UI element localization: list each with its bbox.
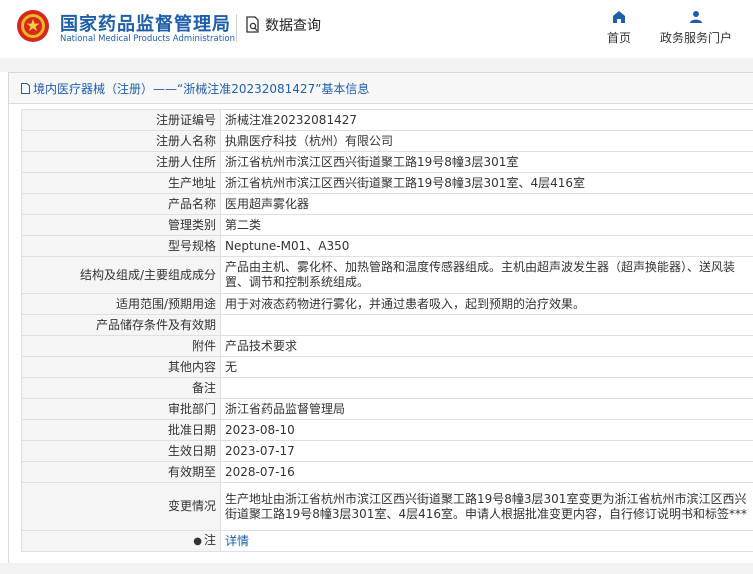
- table-row: 注册证编号 浙械注准20232081427: [21, 109, 753, 131]
- row-label: 变更情况: [21, 482, 221, 531]
- row-label: 其他内容: [21, 356, 221, 378]
- details-link[interactable]: 详情: [225, 534, 249, 548]
- row-label: 生效日期: [21, 440, 221, 462]
- row-value: 2023-07-17: [220, 440, 753, 462]
- table-row: 变更情况 生产地址由浙江省杭州市滨江区西兴街道聚工路19号8幢3层301室变更为浙…: [21, 482, 753, 531]
- note-row: ● 注详情: [21, 530, 753, 552]
- user-icon: [690, 11, 702, 23]
- table-row: 结构及组成/主要组成成分 产品由主机、雾化杯、加热管路和温度传感器组成。主机由超声…: [21, 256, 753, 294]
- section-gap: [0, 58, 753, 72]
- breadcrumb: 境内医疗器械（注册）——“浙械注准20232081427”基本信息: [9, 73, 753, 104]
- table-row: 产品名称 医用超声雾化器: [21, 193, 753, 215]
- row-label: 产品储存条件及有效期: [21, 314, 221, 336]
- document-icon: [21, 82, 30, 94]
- row-value: 2023-08-10: [220, 419, 753, 441]
- table-row: 备注: [21, 377, 753, 399]
- nav-home[interactable]: 首页: [607, 10, 631, 46]
- table-row: 其他内容无: [21, 356, 753, 378]
- registration-info-table: 注册证编号 浙械注准20232081427 注册人名称 执鼎医疗科技（杭州）有限公司注…: [21, 109, 753, 552]
- row-label: 产品名称: [21, 193, 221, 215]
- note-label-cell: ● 注: [21, 530, 221, 552]
- row-label: 管理类别: [21, 214, 221, 236]
- row-value: 医用超声雾化器: [220, 193, 753, 215]
- site-title: 国家药品监督管理局: [60, 14, 231, 35]
- table-row: 有效期至 2028-07-16: [21, 461, 753, 483]
- header-divider: [236, 14, 237, 42]
- row-label: 适用范围/预期用途: [21, 293, 221, 315]
- site-subtitle: National Medical Products Administration: [60, 34, 235, 44]
- row-value: 浙江省杭州市滨江区西兴街道聚工路19号8幢3层301室: [220, 151, 753, 173]
- row-label: 型号规格: [21, 235, 221, 257]
- nav-home-label: 首页: [607, 31, 632, 45]
- data-query-section[interactable]: 数据查询: [245, 15, 321, 35]
- table-row: 审批部门 浙江省药品监督管理局: [21, 398, 753, 420]
- row-value: 浙械注准20232081427: [220, 109, 753, 131]
- row-value: 第二类: [220, 214, 753, 236]
- breadcrumb-text: 境内医疗器械（注册）——“浙械注准20232081427”基本信息: [33, 81, 370, 96]
- row-value: 浙江省杭州市滨江区西兴街道聚工路19号8幢3层301室、4层416室: [220, 172, 753, 194]
- row-label: 审批部门: [21, 398, 221, 420]
- home-icon: [613, 11, 625, 23]
- table-row: 适用范围/预期用途 用于对液态药物进行雾化，并通过患者吸入，起到预期的治疗效果。: [21, 293, 753, 315]
- table-row: 批准日期 2023-08-10: [21, 419, 753, 441]
- row-value: 生产地址由浙江省杭州市滨江区西兴街道聚工路19号8幢3层301室变更为浙江省杭州…: [220, 482, 753, 531]
- row-label: 批准日期: [21, 419, 221, 441]
- bottom-gap: [0, 563, 753, 574]
- row-value: 产品由主机、雾化杯、加热管路和温度传感器组成。主机由超声波发生器（超声换能器）、…: [220, 256, 753, 294]
- detail-panel: 境内医疗器械（注册）——“浙械注准20232081427”基本信息 注册证编号浙…: [8, 72, 753, 564]
- row-label: 注册人住所: [21, 151, 221, 173]
- pin-icon: ●: [193, 536, 202, 547]
- national-emblem-icon: [17, 10, 49, 42]
- row-value: Neptune-M01、A350: [220, 235, 753, 257]
- row-label: 有效期至: [21, 461, 221, 483]
- nav-service-portal[interactable]: 政务服务门户: [660, 10, 732, 46]
- row-label: 注册证编号: [21, 109, 221, 131]
- row-value: 执鼎医疗科技（杭州）有限公司: [220, 130, 753, 152]
- row-label: 附件: [21, 335, 221, 357]
- row-value: 无: [220, 356, 753, 378]
- note-value-cell: 详情: [220, 530, 753, 552]
- site-header: 国家药品监督管理局 National Medical Products Admi…: [0, 0, 753, 58]
- row-label: 注册人名称: [21, 130, 221, 152]
- search-document-icon: [246, 16, 259, 33]
- row-value: 2028-07-16: [220, 461, 753, 483]
- note-label: 注: [203, 533, 216, 547]
- table-row: 型号规格 Neptune-M01、A350: [21, 235, 753, 257]
- table-row: 附件 产品技术要求: [21, 335, 753, 357]
- row-label: 备注: [21, 377, 221, 399]
- nav-service-label: 政务服务门户: [660, 31, 733, 45]
- table-row: 注册人住所 浙江省杭州市滨江区西兴街道聚工路19号8幢3层301室: [21, 151, 753, 173]
- row-value: 产品技术要求: [220, 335, 753, 357]
- table-row: 生效日期 2023-07-17: [21, 440, 753, 462]
- row-value: 浙江省药品监督管理局: [220, 398, 753, 420]
- data-query-label: 数据查询: [265, 18, 321, 34]
- row-label: 结构及组成/主要组成成分: [21, 256, 221, 294]
- row-value: [220, 314, 753, 336]
- table-row: 注册人名称 执鼎医疗科技（杭州）有限公司: [21, 130, 753, 152]
- table-row: 生产地址 浙江省杭州市滨江区西兴街道聚工路19号8幢3层301室、4层416室: [21, 172, 753, 194]
- table-row: 管理类别 第二类: [21, 214, 753, 236]
- row-label: 生产地址: [21, 172, 221, 194]
- row-value: [220, 377, 753, 399]
- table-row: 产品储存条件及有效期: [21, 314, 753, 336]
- row-value: 用于对液态药物进行雾化，并通过患者吸入，起到预期的治疗效果。: [220, 293, 753, 315]
